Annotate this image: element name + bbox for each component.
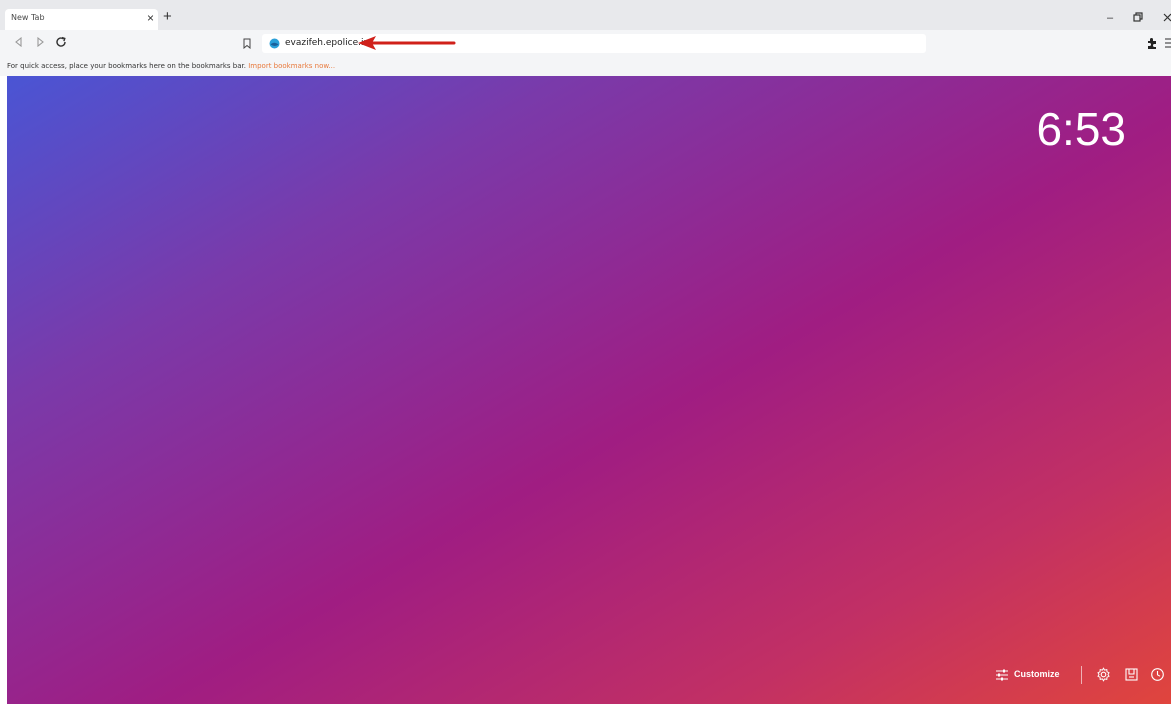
minimize-button[interactable]: –: [1107, 12, 1113, 24]
tab-title: New Tab: [11, 13, 45, 22]
history-icon[interactable]: [1150, 667, 1165, 682]
customize-button[interactable]: Customize: [1014, 669, 1060, 679]
forward-arrow-icon: [36, 37, 44, 47]
tab-new-tab[interactable]: New Tab ×: [5, 9, 158, 30]
red-arrow-annotation-icon: [358, 36, 456, 50]
close-icon: [1163, 13, 1171, 22]
bookmarks-bar: For quick access, place your bookmarks h…: [0, 56, 1171, 76]
import-bookmarks-link[interactable]: Import bookmarks now...: [248, 62, 335, 70]
new-tab-background: 6:53 Customize: [7, 76, 1171, 704]
bookmarks-icon[interactable]: [1124, 667, 1139, 682]
back-button[interactable]: [11, 35, 25, 49]
reload-button[interactable]: [54, 35, 68, 49]
back-arrow-icon: [14, 37, 22, 47]
settings-gear-icon[interactable]: [1096, 667, 1111, 682]
footer-divider: [1081, 666, 1082, 684]
browser-window: New Tab × + – evazifeh.epolice.ir For qu…: [0, 0, 1171, 704]
url-text: evazifeh.epolice.ir: [285, 38, 368, 48]
restore-icon: [1133, 12, 1143, 22]
close-window-button[interactable]: [1163, 12, 1171, 26]
browser-menu-icon[interactable]: [1163, 37, 1171, 49]
tab-strip: New Tab × + –: [0, 0, 1171, 30]
bookmarks-bar-message: For quick access, place your bookmarks h…: [7, 62, 246, 70]
tab-close-icon[interactable]: ×: [147, 11, 154, 25]
browser-toolbar: evazifeh.epolice.ir: [0, 30, 1171, 56]
extensions-puzzle-icon[interactable]: [1145, 36, 1159, 50]
site-favicon-icon: [269, 38, 280, 49]
clock: 6:53: [1036, 103, 1126, 155]
restore-button[interactable]: [1133, 12, 1144, 26]
bookmark-page-icon[interactable]: [243, 38, 251, 49]
new-tab-plus-icon[interactable]: +: [163, 9, 172, 24]
reload-icon: [56, 36, 66, 47]
customize-sliders-icon[interactable]: [995, 668, 1009, 682]
forward-button[interactable]: [33, 35, 47, 49]
